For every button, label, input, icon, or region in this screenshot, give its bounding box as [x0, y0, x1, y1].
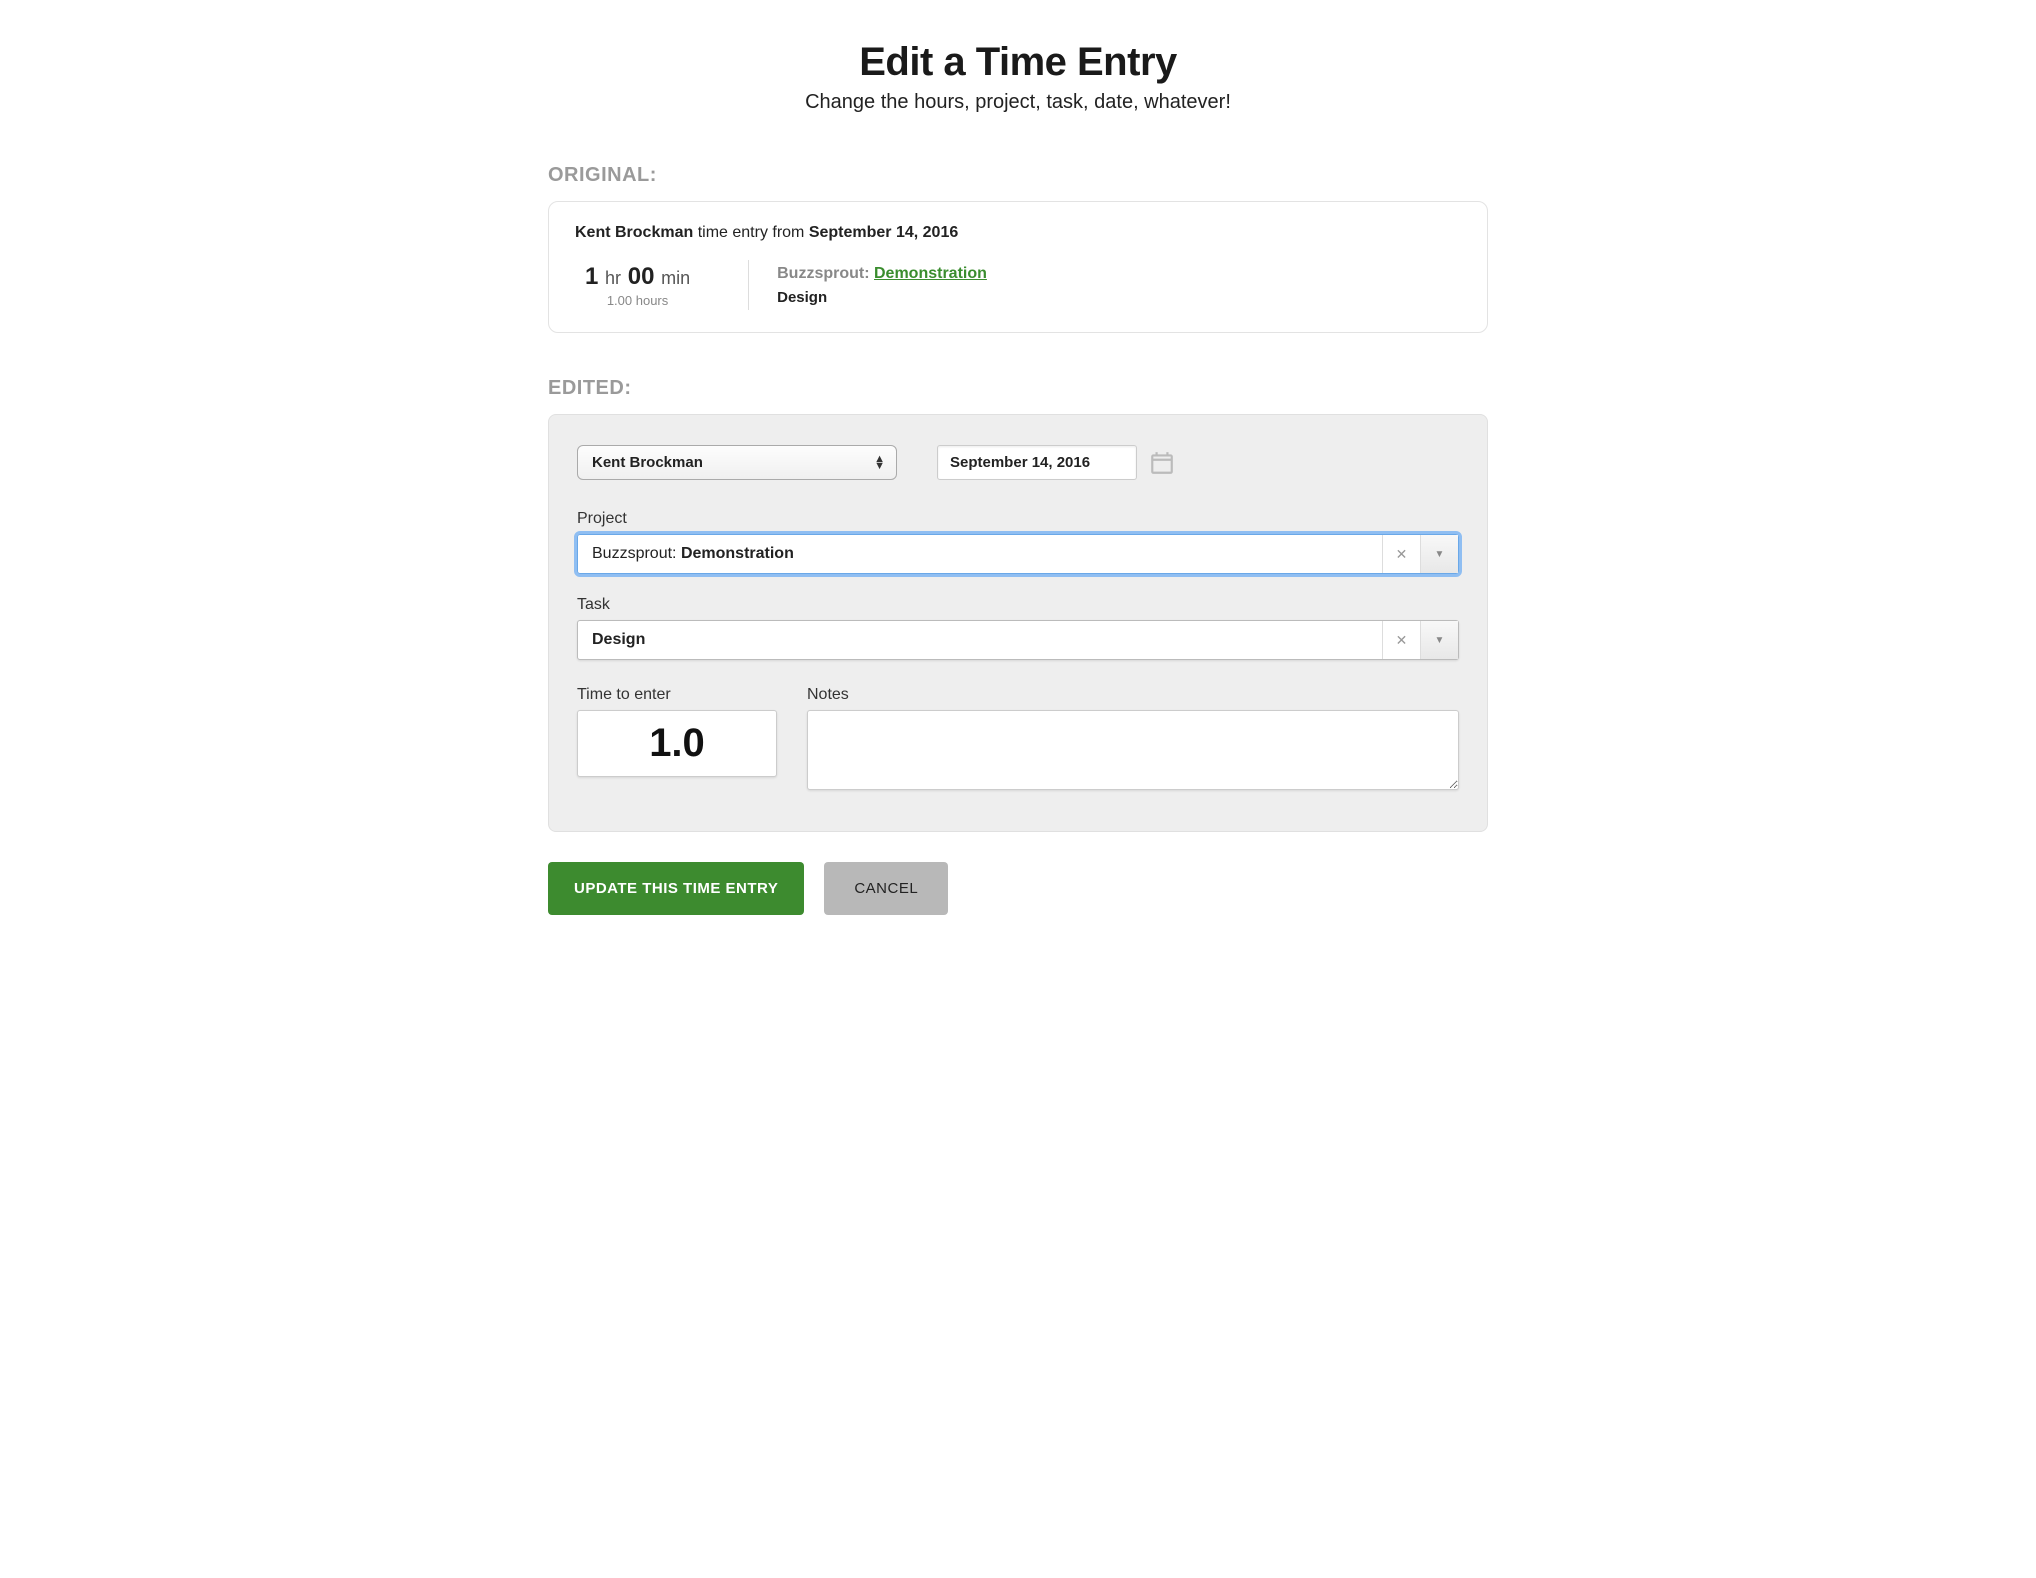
- original-task: Design: [777, 289, 987, 306]
- original-client: Buzzsprout:: [777, 265, 869, 282]
- original-time-block: 1 hr 00 min 1.00 hours: [575, 263, 720, 308]
- project-prefix: Buzzsprout:: [592, 545, 681, 562]
- task-value: Design: [592, 631, 645, 648]
- project-field-label: Project: [577, 510, 1459, 528]
- time-input[interactable]: [577, 710, 777, 777]
- task-clear-icon[interactable]: ✕: [1382, 621, 1420, 659]
- task-combobox[interactable]: Design ✕ ▼: [577, 620, 1459, 660]
- project-combobox[interactable]: Buzzsprout: Demonstration ✕ ▼: [577, 534, 1459, 574]
- notes-field-label: Notes: [807, 686, 1459, 704]
- time-field-label: Time to enter: [577, 686, 777, 704]
- original-person: Kent Brockman: [575, 224, 693, 241]
- original-entry-summary: Kent Brockman time entry from September …: [575, 224, 1461, 242]
- original-mid-text: time entry from: [693, 224, 809, 241]
- project-value: Demonstration: [681, 545, 794, 562]
- cancel-button[interactable]: CANCEL: [824, 862, 948, 915]
- original-date: September 14, 2016: [809, 224, 958, 241]
- task-dropdown-icon[interactable]: ▼: [1420, 621, 1458, 659]
- original-hours-unit: hr: [605, 268, 621, 288]
- page-subtitle: Change the hours, project, task, date, w…: [548, 91, 1488, 114]
- update-button[interactable]: UPDATE THIS TIME ENTRY: [548, 862, 804, 915]
- person-select[interactable]: Kent Brockman: [577, 445, 897, 480]
- notes-textarea[interactable]: [807, 710, 1459, 790]
- original-hours-num: 1: [585, 263, 598, 290]
- original-project-link[interactable]: Demonstration: [874, 265, 987, 282]
- edited-form-card: Kent Brockman ▲▼ Project Buzzsprout: Dem…: [548, 414, 1488, 832]
- original-decimal-hours: 1.00 hours: [585, 293, 690, 308]
- date-input[interactable]: [937, 445, 1137, 480]
- original-mins-unit: min: [661, 268, 690, 288]
- original-section-label: ORIGINAL:: [548, 164, 1488, 187]
- task-field-label: Task: [577, 596, 1459, 614]
- calendar-icon[interactable]: [1149, 450, 1175, 476]
- original-mins-num: 00: [628, 263, 655, 290]
- vertical-divider: [748, 260, 749, 310]
- project-dropdown-icon[interactable]: ▼: [1420, 535, 1458, 573]
- project-clear-icon[interactable]: ✕: [1382, 535, 1420, 573]
- original-entry-card: Kent Brockman time entry from September …: [548, 201, 1488, 333]
- page-title: Edit a Time Entry: [548, 40, 1488, 85]
- edited-section-label: EDITED:: [548, 377, 1488, 400]
